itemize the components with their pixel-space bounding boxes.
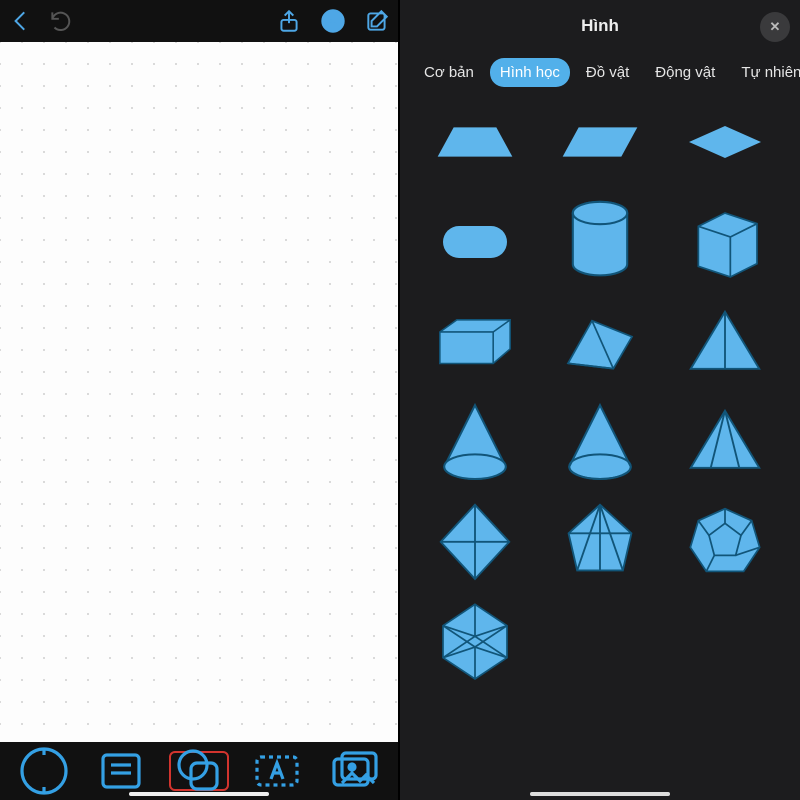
shapes-tool[interactable]	[169, 751, 229, 791]
more-icon[interactable]	[320, 8, 346, 34]
shapes-grid	[400, 97, 800, 687]
home-indicator	[129, 792, 269, 796]
tab-nature[interactable]: Tự nhiên	[731, 58, 800, 87]
share-icon[interactable]	[276, 8, 302, 34]
shape-rhombus[interactable]	[685, 107, 765, 177]
text-tool[interactable]	[249, 751, 305, 791]
shape-cone[interactable]	[435, 407, 515, 477]
shape-tetrahedron[interactable]	[685, 407, 765, 477]
dot-canvas[interactable]	[0, 42, 398, 742]
dot-grid-background	[0, 42, 398, 742]
shape-icosahedron[interactable]	[435, 607, 515, 677]
note-tool[interactable]	[93, 751, 149, 791]
editor-screen	[0, 0, 400, 800]
close-icon: ✕	[770, 19, 781, 35]
sheet-header: Hình ✕	[400, 0, 800, 52]
tab-basic[interactable]: Cơ bản	[414, 58, 484, 87]
shape-cube[interactable]	[685, 207, 765, 277]
shape-cuboid[interactable]	[435, 307, 515, 377]
pen-tool[interactable]	[16, 751, 72, 791]
shape-pyramid[interactable]	[685, 307, 765, 377]
back-chevron-icon[interactable]	[8, 8, 34, 34]
shape-empty-1	[560, 607, 640, 677]
compose-icon[interactable]	[364, 8, 390, 34]
undo-icon	[48, 8, 74, 34]
shapes-panel-screen: Hình ✕ Cơ bản Hình học Đồ vật Động vật T…	[400, 0, 800, 800]
shape-prism[interactable]	[560, 307, 640, 377]
shape-cylinder[interactable]	[560, 207, 640, 277]
shape-cone-open[interactable]	[560, 407, 640, 477]
tab-objects[interactable]: Đồ vật	[576, 58, 639, 87]
tab-animals[interactable]: Động vật	[645, 58, 725, 87]
image-tool[interactable]	[326, 751, 382, 791]
close-button[interactable]: ✕	[760, 12, 790, 42]
home-indicator-right	[530, 792, 670, 796]
shape-dodecahedron[interactable]	[685, 507, 765, 577]
sheet-title: Hình	[581, 16, 619, 36]
category-tabs: Cơ bản Hình học Đồ vật Động vật Tự nhiên	[400, 52, 800, 97]
tab-geometry[interactable]: Hình học	[490, 58, 570, 87]
shape-octahedron[interactable]	[435, 507, 515, 577]
shape-trapezoid[interactable]	[435, 107, 515, 177]
shape-rounded-rect[interactable]	[435, 207, 515, 277]
shape-empty-2	[685, 607, 765, 677]
shape-parallelogram[interactable]	[560, 107, 640, 177]
shape-bipyramid[interactable]	[560, 507, 640, 577]
editor-topbar	[0, 0, 398, 42]
shapes-sheet: Hình ✕ Cơ bản Hình học Đồ vật Động vật T…	[400, 0, 800, 800]
